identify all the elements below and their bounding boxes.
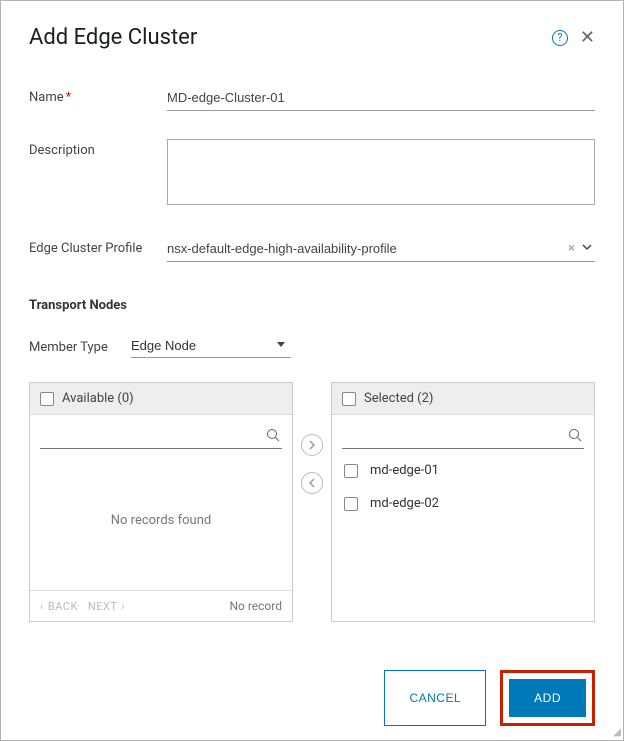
- dialog-actions: CANCEL ADD: [29, 670, 595, 726]
- resize-grip-icon: ◢: [613, 727, 621, 738]
- dialog-title: Add Edge Cluster: [29, 25, 197, 50]
- item-checkbox[interactable]: [344, 497, 358, 511]
- name-row: Name: [29, 86, 595, 111]
- search-icon[interactable]: [266, 428, 280, 442]
- add-button[interactable]: ADD: [509, 679, 586, 717]
- profile-row: Edge Cluster Profile ×: [29, 237, 595, 262]
- selected-search: [342, 425, 584, 449]
- transfer-buttons: [301, 382, 323, 494]
- description-row: Description: [29, 139, 595, 209]
- available-select-all-checkbox[interactable]: [40, 392, 54, 406]
- description-label: Description: [29, 139, 167, 158]
- selected-select-all-checkbox[interactable]: [342, 392, 356, 406]
- available-footer: ‹ BACK NEXT › No record: [30, 590, 292, 621]
- available-panel: Available (0) No records found ‹ BACK NE…: [29, 382, 293, 622]
- add-button-highlight: ADD: [500, 670, 595, 726]
- move-left-button[interactable]: [301, 472, 323, 494]
- dialog-header: Add Edge Cluster ? ✕: [29, 25, 595, 50]
- item-label: md-edge-01: [370, 463, 439, 478]
- profile-combo[interactable]: ×: [167, 237, 595, 262]
- member-type-select-wrap[interactable]: Edge Node: [131, 335, 291, 358]
- selected-header: Selected (2): [332, 383, 594, 415]
- dialog-header-icons: ? ✕: [552, 29, 595, 47]
- paging-back-button[interactable]: ‹ BACK: [40, 600, 78, 613]
- item-label: md-edge-02: [370, 496, 439, 511]
- chevron-down-icon[interactable]: [581, 241, 593, 253]
- help-icon[interactable]: ?: [552, 30, 568, 46]
- paging-info: No record: [229, 599, 282, 613]
- member-type-select[interactable]: Edge Node: [131, 335, 291, 358]
- name-label: Name: [29, 86, 167, 105]
- name-input[interactable]: [167, 86, 595, 111]
- close-icon[interactable]: ✕: [580, 29, 595, 47]
- available-header: Available (0): [30, 383, 292, 415]
- move-right-button[interactable]: [301, 434, 323, 456]
- available-search: [40, 425, 282, 449]
- member-type-row: Member Type Edge Node: [29, 335, 595, 358]
- paging-next-button[interactable]: NEXT ›: [88, 600, 125, 613]
- available-search-input[interactable]: [40, 425, 282, 448]
- selected-list: md-edge-01 md-edge-02: [332, 451, 594, 621]
- transfer-list: Available (0) No records found ‹ BACK NE…: [29, 382, 595, 622]
- profile-clear-icon[interactable]: ×: [568, 241, 575, 256]
- cancel-button[interactable]: CANCEL: [384, 670, 486, 726]
- add-edge-cluster-dialog: Add Edge Cluster ? ✕ Name Description Ed…: [0, 0, 624, 741]
- selected-heading-text: Selected (2): [364, 391, 433, 406]
- profile-input[interactable]: [167, 237, 595, 262]
- selected-panel: Selected (2) md-edge-01 md-edge-02: [331, 382, 595, 622]
- description-input[interactable]: [167, 139, 595, 205]
- selected-search-input[interactable]: [342, 425, 584, 448]
- list-item[interactable]: md-edge-01: [344, 461, 582, 480]
- member-type-label: Member Type: [29, 338, 131, 355]
- available-empty: No records found: [30, 451, 292, 590]
- search-icon[interactable]: [568, 428, 582, 442]
- transport-nodes-section: Transport Nodes: [29, 298, 595, 313]
- list-item[interactable]: md-edge-02: [344, 494, 582, 513]
- item-checkbox[interactable]: [344, 464, 358, 478]
- available-heading-text: Available (0): [62, 391, 134, 406]
- profile-label: Edge Cluster Profile: [29, 237, 167, 256]
